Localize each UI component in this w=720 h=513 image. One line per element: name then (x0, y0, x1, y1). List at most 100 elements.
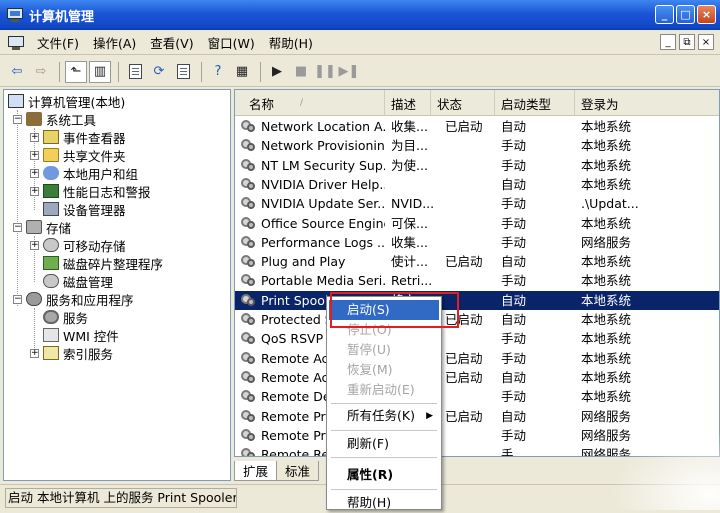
column-header-name[interactable]: 名称 / (235, 90, 385, 116)
tab-standard[interactable]: 标准 (276, 461, 320, 481)
expand-icon[interactable]: + (30, 240, 39, 250)
column-header-startup-type[interactable]: 启动类型 (495, 90, 575, 116)
pause-icon[interactable]: ❚❚ (314, 61, 336, 83)
up-folder-icon[interactable]: ⬑ (65, 60, 87, 83)
tab-extended[interactable]: 扩展 (234, 461, 278, 481)
console-menu-icon[interactable] (8, 35, 24, 51)
menu-item-pause[interactable]: 暂停(U) (329, 340, 439, 360)
tree-item-local-users[interactable]: + 本地用户和组 (30, 164, 138, 182)
view-tabs: 扩展 标准 (234, 461, 320, 481)
menu-item-resume[interactable]: 恢复(M) (329, 360, 439, 380)
service-row[interactable]: Remote Des 手动 本地系统 (235, 387, 719, 406)
cell-startup-type: 自动 (501, 408, 527, 424)
service-row[interactable]: NVIDIA Driver Help... 自动 本地系统 (235, 175, 719, 194)
column-header-logon-as[interactable]: 登录为 (575, 90, 719, 116)
minimize-button[interactable]: _ (655, 5, 674, 24)
cell-startup-type: 手动 (501, 138, 527, 154)
show-tree-icon[interactable]: ▥ (89, 60, 111, 83)
menu-file[interactable]: 文件(F) (30, 33, 86, 52)
cell-status: 已启动 (445, 119, 483, 134)
service-row[interactable]: Performance Logs ... 收集... 手动 网络服务 (235, 233, 719, 252)
expand-icon[interactable]: + (30, 150, 39, 160)
cell-startup-type: 手动 (501, 273, 527, 289)
stop-icon[interactable]: ■ (290, 61, 312, 83)
service-row[interactable]: Network Location A... 收集... 已启动 自动 本地系统 (235, 117, 719, 136)
expand-icon[interactable]: + (30, 186, 39, 196)
tree-item-performance-logs[interactable]: + 性能日志和警报 (30, 182, 151, 200)
cell-startup-type: 自动 (501, 292, 527, 308)
service-row[interactable]: Print Spooler将文...自动本地系统 (235, 290, 719, 310)
service-row[interactable]: Remote Proc 已启动 自动 网络服务 (235, 407, 719, 426)
menu-separator (331, 489, 437, 490)
tree-item-event-viewer[interactable]: + 事件查看器 (30, 128, 126, 146)
service-row[interactable]: Protected St 已启动 自动 本地系统 (235, 310, 719, 329)
menu-item-all-tasks[interactable]: 所有任务(K) ▶ (329, 406, 439, 426)
close-button[interactable]: × (697, 5, 716, 24)
column-header-description[interactable]: 描述 (385, 90, 431, 116)
menu-item-restart[interactable]: 重新启动(E) (329, 380, 439, 400)
menu-item-label: 所有任务(K) (347, 408, 415, 423)
service-gear-icon (241, 332, 256, 345)
tree-item-system-tools[interactable]: − 系统工具 (13, 110, 96, 128)
tree-item-services-and-apps[interactable]: − 服务和应用程序 (13, 290, 134, 308)
console-icon[interactable]: ▦ (231, 61, 253, 83)
cell-status (445, 387, 497, 406)
cell-status: 已启动 (445, 408, 483, 424)
export-icon[interactable] (172, 61, 194, 83)
tree-item-storage[interactable]: − 存储 (13, 218, 71, 236)
tree-item-removable-storage[interactable]: + 可移动存储 (30, 236, 126, 254)
service-row[interactable]: Plug and Play 使计... 已启动 自动 本地系统 (235, 252, 719, 271)
restart-icon[interactable]: ▶❚ (338, 61, 360, 83)
tree-item-label: 本地用户和组 (63, 166, 139, 182)
service-row[interactable]: QoS RSVP 手动 本地系统 (235, 329, 719, 348)
computer-icon (8, 94, 24, 108)
menu-window[interactable]: 窗口(W) (201, 33, 262, 52)
expand-icon[interactable]: + (30, 348, 39, 358)
back-icon[interactable]: ⇦ (6, 61, 28, 83)
cell-name: NVIDIA Update Ser... (261, 196, 385, 212)
tree-item-disk-management[interactable]: 磁盘管理 (43, 272, 113, 290)
cell-status: 已启动 (445, 350, 483, 366)
maximize-button[interactable]: □ (676, 5, 695, 24)
menu-item-refresh[interactable]: 刷新(F) (329, 434, 439, 454)
menu-action[interactable]: 操作(A) (86, 33, 143, 52)
service-row[interactable]: Office Source Engine 可保... 手动 本地系统 (235, 214, 719, 233)
computer-management-icon (7, 7, 23, 23)
service-row[interactable]: Remote Acc 已启动 手动 本地系统 (235, 349, 719, 368)
column-header-status[interactable]: 状态 (431, 90, 495, 116)
start-icon[interactable]: ▶ (266, 61, 288, 83)
tree-item-device-manager[interactable]: 设备管理器 (43, 200, 126, 218)
help-icon[interactable]: ? (207, 61, 229, 83)
menu-item-help[interactable]: 帮助(H) (329, 493, 439, 513)
cell-logon-as: 本地系统 (581, 369, 632, 385)
tree-item-indexing-service[interactable]: + 索引服务 (30, 344, 113, 362)
service-row[interactable]: NT LM Security Sup... 为使... 手动 本地系统 (235, 156, 719, 175)
menu-view[interactable]: 查看(V) (143, 33, 200, 52)
properties-icon[interactable] (124, 61, 146, 83)
expand-icon[interactable]: + (30, 168, 39, 178)
cell-description: 为使... (391, 157, 428, 173)
service-row[interactable]: Portable Media Seri... Retri... 手动 本地系统 (235, 271, 719, 290)
service-gear-icon (241, 158, 256, 172)
forward-icon[interactable]: ⇨ (30, 61, 52, 83)
child-minimize-button[interactable]: _ (660, 34, 676, 50)
tree-item-disk-defragmenter[interactable]: 磁盘碎片整理程序 (43, 254, 163, 272)
tree-line (17, 110, 18, 306)
collapse-icon[interactable]: − (13, 294, 22, 304)
collapse-icon[interactable]: − (13, 114, 22, 124)
refresh-icon[interactable]: ⟳ (148, 61, 170, 83)
tree-item-services[interactable]: 服务 (43, 308, 88, 326)
service-row[interactable]: NVIDIA Update Ser... NVID... 手动 .\Updat... (235, 194, 719, 213)
service-row[interactable]: Network Provisionin... 为目... 手动 本地系统 (235, 136, 719, 155)
collapse-icon[interactable]: − (13, 222, 22, 232)
child-restore-button[interactable]: ⧉ (679, 34, 695, 50)
expand-icon[interactable]: + (30, 132, 39, 142)
tree-item-shared-folders[interactable]: + 共享文件夹 (30, 146, 126, 164)
tree-item-computer-management[interactable]: 计算机管理(本地) (8, 92, 125, 110)
menu-help[interactable]: 帮助(H) (262, 33, 320, 52)
menu-item-properties[interactable]: 属性(R) (329, 465, 439, 485)
tree-item-wmi-control[interactable]: WMI 控件 (43, 326, 119, 344)
service-row[interactable]: Remote Acc 已启动 自动 本地系统 (235, 368, 719, 387)
child-close-button[interactable]: × (698, 34, 714, 50)
service-gear-icon (241, 293, 256, 307)
